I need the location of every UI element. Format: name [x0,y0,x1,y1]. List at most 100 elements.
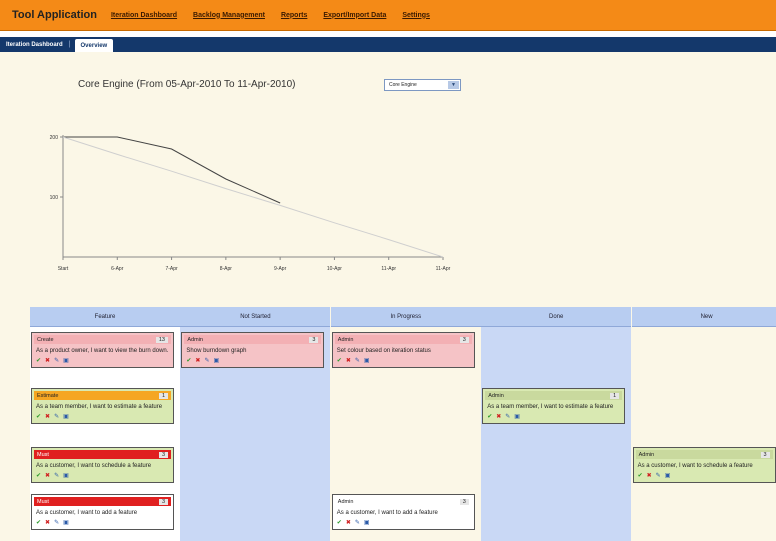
card-actions: ✔ ✖ ✎ ▣ [485,412,622,421]
accept-icon[interactable]: ✔ [36,519,41,526]
card-text: Show burndown graph [186,348,247,354]
edit-icon[interactable]: ✎ [204,357,209,364]
card-points: 1 [158,392,168,399]
delete-icon[interactable]: ✖ [45,413,50,420]
accept-icon[interactable]: ✔ [337,519,342,526]
column-header: In Progress [330,307,481,327]
card-text: As a product owner, I want to view the b… [36,348,169,354]
engine-select-value: Core Engine [389,82,417,88]
feature-card[interactable]: Must 3 As a customer, I want to schedule a… [31,447,174,483]
delete-icon[interactable]: ✖ [647,472,652,479]
card-points: 13 [155,336,168,343]
column-header: New [631,307,776,327]
card-tag-label: Admin [337,498,354,505]
edit-icon[interactable]: ✎ [54,357,59,364]
card-tag: Admin 1 [485,391,623,400]
actual-burndown-line [63,136,281,204]
edit-icon[interactable]: ✎ [54,413,59,420]
feature-card[interactable]: Must 3 As a customer, I want to add a feat… [31,494,174,530]
card-text: Set colour based on iteration status [336,348,431,354]
accept-icon[interactable]: ✔ [36,413,41,420]
feature-card[interactable]: Admin 1 As a team member, I want to estima… [482,388,626,424]
card-text: As a customer, I want to add a feature [336,510,438,516]
x-tick-label: 6-Apr [111,266,124,272]
delete-icon[interactable]: ✖ [346,357,351,364]
card-text: As a team member, I want to estimate a f… [36,404,163,410]
delete-icon[interactable]: ✖ [45,357,50,364]
x-tick-label: 9-Apr [274,266,287,272]
card-actions: ✔ ✖ ✎ ▣ [335,518,472,527]
feature-card[interactable]: Admin 3 Show burndown graph ✔ ✖ ✎ ▣ [181,332,325,368]
tab-iteration-dashboard[interactable]: Iteration Dashboard [0,37,69,52]
menu-settings[interactable]: Settings [402,12,430,19]
details-icon[interactable]: ▣ [665,472,671,479]
details-icon[interactable]: ▣ [213,357,219,364]
card-tag-label: Estimate [37,392,59,399]
edit-icon[interactable]: ✎ [505,413,510,420]
details-icon[interactable]: ▣ [63,472,69,479]
delete-icon[interactable]: ✖ [45,472,50,479]
accept-icon[interactable]: ✔ [337,357,342,364]
card-tag: Estimate 1 [34,391,171,400]
feature-card[interactable]: Admin 3 Set colour based on iteration stat… [331,332,475,368]
card-actions: ✔ ✖ ✎ ▣ [34,412,171,421]
card-tag: Must 3 [34,497,171,506]
ideal-burndown-line [62,136,444,258]
x-tick-label: 7-Apr [165,266,178,272]
card-points: 3 [158,451,168,458]
menu-export-import-data[interactable]: Export/Import Data [323,12,386,19]
card-actions: ✔ ✖ ✎ ▣ [636,471,773,480]
tab-overview[interactable]: Overview [74,39,114,52]
feature-card[interactable]: Admin 3 As a customer, I want to add a fea… [331,494,475,530]
delete-icon[interactable]: ✖ [45,519,50,526]
card-actions: ✔ ✖ ✎ ▣ [34,356,171,365]
edit-icon[interactable]: ✎ [355,519,360,526]
card-text: As a customer, I want to schedule a feat… [637,463,753,469]
accept-icon[interactable]: ✔ [186,357,191,364]
accept-icon[interactable]: ✔ [36,472,41,479]
task-board: Feature Not Started In Progress Done New Crea… [30,307,776,541]
delete-icon[interactable]: ✖ [496,413,501,420]
details-icon[interactable]: ▣ [514,413,520,420]
card-tag: Admin 3 [184,335,322,344]
edit-icon[interactable]: ✎ [54,519,59,526]
card-actions: ✔ ✖ ✎ ▣ [184,356,321,365]
accept-icon[interactable]: ✔ [487,413,492,420]
card-text: As a customer, I want to add a feature [36,510,138,516]
engine-select[interactable]: Core Engine ▼ [384,79,461,91]
feature-card[interactable]: Create 13 As a product owner, I want to vi… [31,332,174,368]
details-icon[interactable]: ▣ [63,413,69,420]
menu-backlog-management[interactable]: Backlog Management [193,12,265,19]
card-actions: ✔ ✖ ✎ ▣ [34,518,171,527]
details-icon[interactable]: ▣ [63,357,69,364]
card-points: 3 [309,336,319,343]
main-menu: Iteration Dashboard Backlog Management R… [111,12,444,19]
menu-reports[interactable]: Reports [281,12,307,19]
edit-icon[interactable]: ✎ [54,472,59,479]
chart-title: Core Engine (From 05-Apr-2010 To 11-Apr-… [78,79,296,90]
details-icon[interactable]: ▣ [364,357,370,364]
details-icon[interactable]: ▣ [63,519,69,526]
feature-card[interactable]: Admin 3 As a customer, I want to schedule … [632,447,776,483]
card-tag: Admin 3 [334,497,472,506]
menu-iteration-dashboard[interactable]: Iteration Dashboard [111,12,177,19]
column-header: Feature [30,307,180,327]
board-column: New [631,307,776,541]
details-icon[interactable]: ▣ [364,519,370,526]
accept-icon[interactable]: ✔ [638,472,643,479]
top-menu-bar: Tool Application Iteration Dashboard Bac… [0,0,776,31]
board-column: Done [481,307,632,541]
app-title: Tool Application [12,9,97,21]
card-points: 3 [760,451,770,458]
y-tick-label: 200 [50,135,59,141]
delete-icon[interactable]: ✖ [195,357,200,364]
accept-icon[interactable]: ✔ [36,357,41,364]
feature-card[interactable]: Estimate 1 As a team member, I want to est… [31,388,174,424]
chevron-down-icon[interactable]: ▼ [448,81,459,89]
burndown-chart: 200 100 Start 6-Apr 7-Apr 8-Apr 9-Apr 10-Apr 11-… [50,135,451,272]
card-actions: ✔ ✖ ✎ ▣ [335,356,472,365]
delete-icon[interactable]: ✖ [346,519,351,526]
edit-icon[interactable]: ✎ [656,472,661,479]
edit-icon[interactable]: ✎ [355,357,360,364]
card-tag-label: Admin [337,336,354,343]
